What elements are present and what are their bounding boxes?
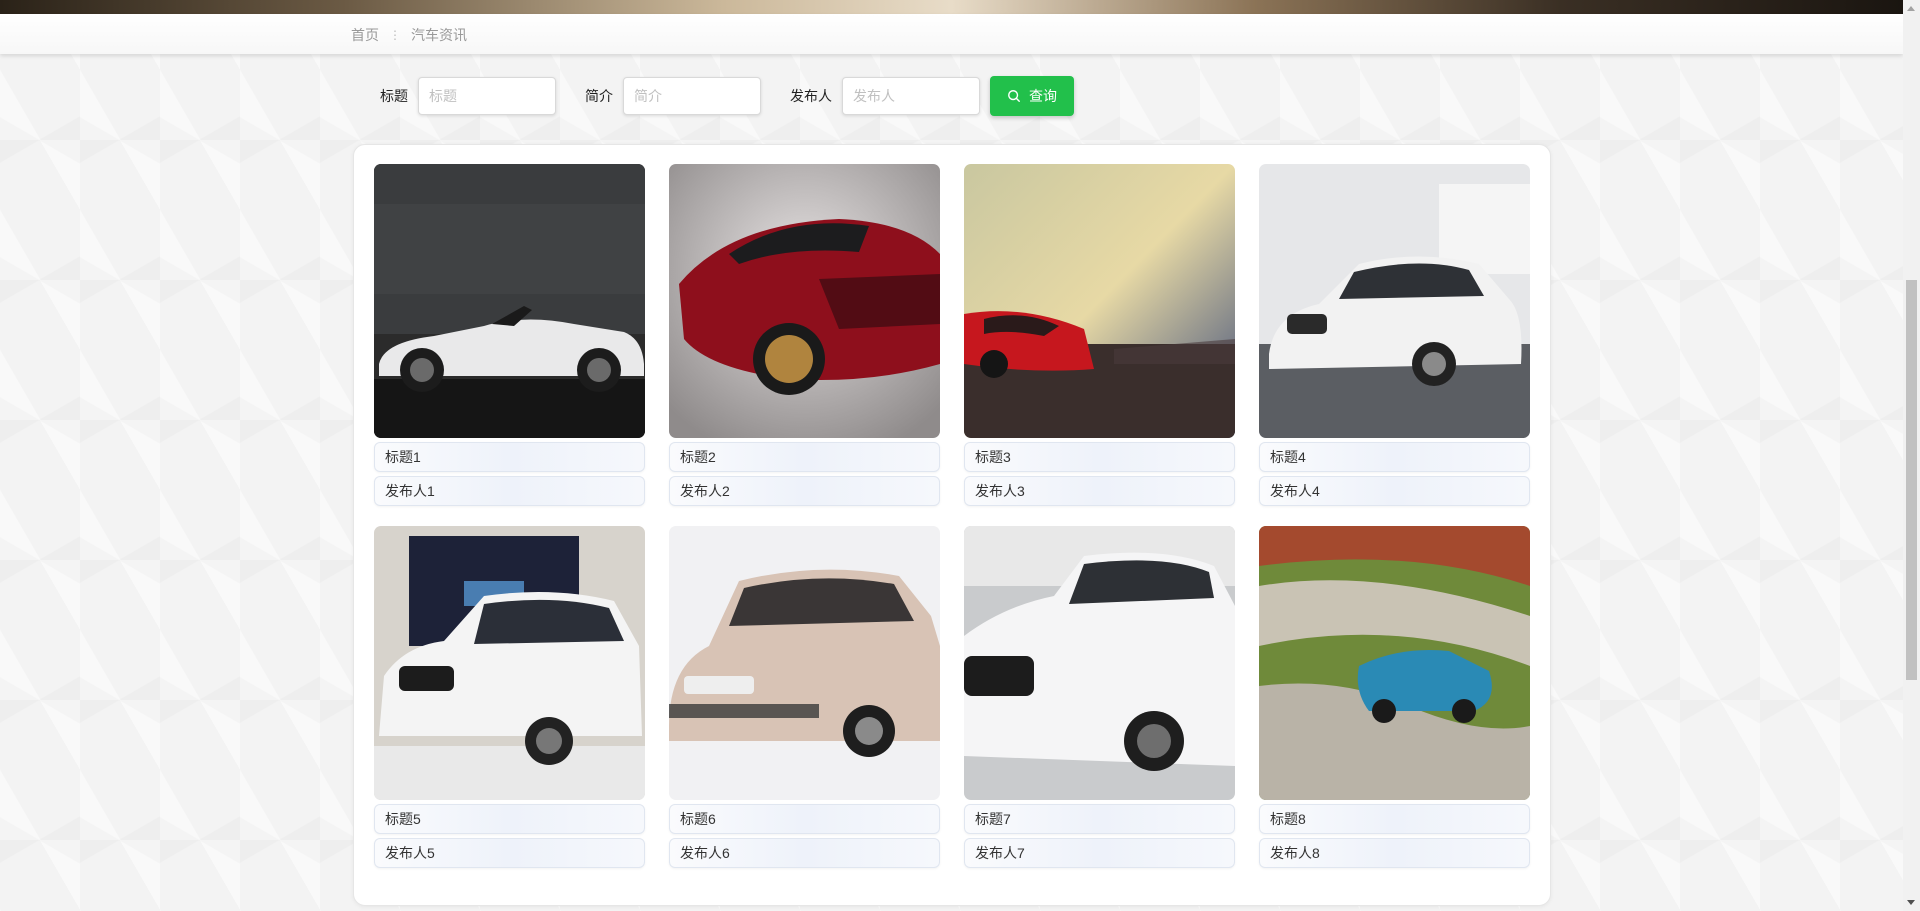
car-photo[interactable] (964, 164, 1235, 438)
scroll-thumb[interactable] (1906, 280, 1917, 680)
card-publisher: 发布人6 (669, 838, 940, 868)
search-title-label: 标题 (380, 88, 408, 104)
card-publisher: 发布人4 (1259, 476, 1530, 506)
page-scrollbar[interactable] (1903, 0, 1920, 911)
news-card[interactable]: 标题7 发布人7 (964, 526, 1235, 868)
car-photo[interactable] (964, 526, 1235, 800)
top-banner-image (0, 0, 1903, 14)
card-title: 标题2 (669, 442, 940, 472)
news-card[interactable]: 标题8 发布人8 (1259, 526, 1530, 868)
car-photo[interactable] (669, 164, 940, 438)
car-photo[interactable] (374, 526, 645, 800)
search-publisher-group: 发布人 (790, 77, 980, 115)
breadcrumb-separator: ⋮ (389, 28, 401, 42)
news-card-grid: 标题1 发布人1 标题2 发布人2 标题3 发布人3 标题4 发布人4 标题5 … (374, 164, 1530, 868)
card-title: 标题6 (669, 804, 940, 834)
card-title: 标题7 (964, 804, 1235, 834)
card-title: 标题5 (374, 804, 645, 834)
search-title-input[interactable] (418, 77, 556, 115)
search-button-label: 查询 (1029, 88, 1057, 104)
breadcrumb-current: 汽车资讯 (411, 27, 467, 43)
news-card[interactable]: 标题1 发布人1 (374, 164, 645, 506)
news-card[interactable]: 标题4 发布人4 (1259, 164, 1530, 506)
news-card[interactable]: 标题6 发布人6 (669, 526, 940, 868)
search-icon (1008, 90, 1020, 102)
search-intro-input[interactable] (623, 77, 761, 115)
search-publisher-input[interactable] (842, 77, 980, 115)
news-card[interactable]: 标题5 发布人5 (374, 526, 645, 868)
card-title: 标题1 (374, 442, 645, 472)
news-card-panel: 标题1 发布人1 标题2 发布人2 标题3 发布人3 标题4 发布人4 标题5 … (353, 144, 1551, 906)
breadcrumb-home-link[interactable]: 首页 (351, 25, 379, 45)
card-publisher: 发布人8 (1259, 838, 1530, 868)
card-publisher: 发布人2 (669, 476, 940, 506)
breadcrumb: 首页 ⋮ 汽车资讯 (351, 25, 467, 45)
card-publisher: 发布人1 (374, 476, 645, 506)
card-title: 标题4 (1259, 442, 1530, 472)
card-publisher: 发布人7 (964, 838, 1235, 868)
scroll-down-arrow-icon[interactable] (1907, 900, 1915, 905)
news-card[interactable]: 标题2 发布人2 (669, 164, 940, 506)
car-photo[interactable] (669, 526, 940, 800)
car-photo[interactable] (1259, 164, 1530, 438)
card-title: 标题3 (964, 442, 1235, 472)
search-button[interactable]: 查询 (990, 76, 1074, 116)
search-intro-label: 简介 (585, 88, 613, 104)
search-intro-group: 简介 (585, 77, 761, 115)
news-card[interactable]: 标题3 发布人3 (964, 164, 1235, 506)
search-bar: 标题 简介 发布人 查询 (380, 76, 1074, 116)
card-publisher: 发布人3 (964, 476, 1235, 506)
card-title: 标题8 (1259, 804, 1530, 834)
car-photo[interactable] (1259, 526, 1530, 800)
car-photo[interactable] (374, 164, 645, 438)
search-publisher-label: 发布人 (790, 88, 832, 104)
breadcrumb-bar: 首页 ⋮ 汽车资讯 (0, 14, 1903, 54)
scroll-up-arrow-icon[interactable] (1907, 6, 1915, 11)
search-title-group: 标题 (380, 77, 556, 115)
card-publisher: 发布人5 (374, 838, 645, 868)
